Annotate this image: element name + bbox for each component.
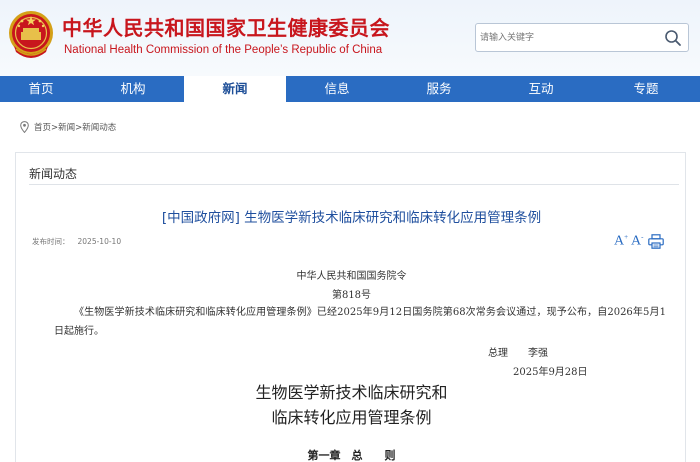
publish-info: 发布时间： 2025-10-10 [32, 236, 129, 247]
decree-text: 《生物医学新技术临床研究和临床转化应用管理条例》已经2025年9月12日国务院第… [54, 307, 666, 337]
font-increase-button[interactable]: A+ [614, 233, 628, 250]
nav-item-news[interactable]: 新闻 [184, 76, 286, 102]
decree-number: 第818号 [331, 290, 372, 301]
national-emblem-icon[interactable] [6, 6, 56, 64]
breadcrumb-news-updates[interactable]: 新闻动态 [82, 123, 116, 133]
signatory: 总理 李强 [488, 348, 548, 359]
site-header: 中华人民共和国国家卫生健康委员会 National Health Commiss… [0, 0, 700, 76]
site-title-en: National Health Commission of the People… [64, 44, 383, 56]
panel-title: 新闻动态 [29, 167, 78, 181]
decree-header: 中华人民共和国国务院令 [296, 271, 407, 282]
main-nav: 首页 机构 新闻 信息 服务 互动 专题 [0, 76, 700, 102]
nav-item-service[interactable]: 服务 [388, 76, 490, 102]
search-icon[interactable] [664, 29, 682, 47]
nav-item-information[interactable]: 信息 [286, 76, 388, 102]
breadcrumb-home[interactable]: 首页 [34, 123, 51, 133]
chapter-heading: 第一章 总 则 [307, 449, 396, 462]
font-decrease-button[interactable]: A- [631, 233, 643, 250]
nav-item-organization[interactable]: 机构 [82, 76, 184, 102]
document-title-line-1: 生物医学新技术临床研究和 [255, 383, 448, 402]
print-icon[interactable] [648, 234, 664, 249]
publish-label: 发布时间： [32, 237, 70, 246]
nav-item-home[interactable]: 首页 [0, 76, 82, 102]
article-tools: A+ A- [614, 233, 666, 251]
publish-date: 2025-10-10 [77, 237, 122, 246]
search-input[interactable] [480, 28, 658, 47]
site-title-cn[interactable]: 中华人民共和国国家卫生健康委员会 [62, 12, 390, 41]
sign-date: 2025年9月28日 [513, 367, 588, 378]
nav-item-interaction[interactable]: 互动 [490, 76, 592, 102]
breadcrumb-news[interactable]: 新闻 [58, 123, 75, 133]
search-box [475, 23, 689, 52]
article-panel: 新闻动态 [中国政府网] 生物医学新技术临床研究和临床转化应用管理条例 发布时间… [15, 152, 686, 462]
panel-divider [29, 184, 679, 185]
document-title-line-2: 临床转化应用管理条例 [271, 408, 432, 427]
article-title: [中国政府网] 生物医学新技术临床研究和临床转化应用管理条例 [161, 210, 542, 226]
location-pin-icon [20, 121, 29, 133]
nav-item-topics[interactable]: 专题 [592, 76, 700, 102]
